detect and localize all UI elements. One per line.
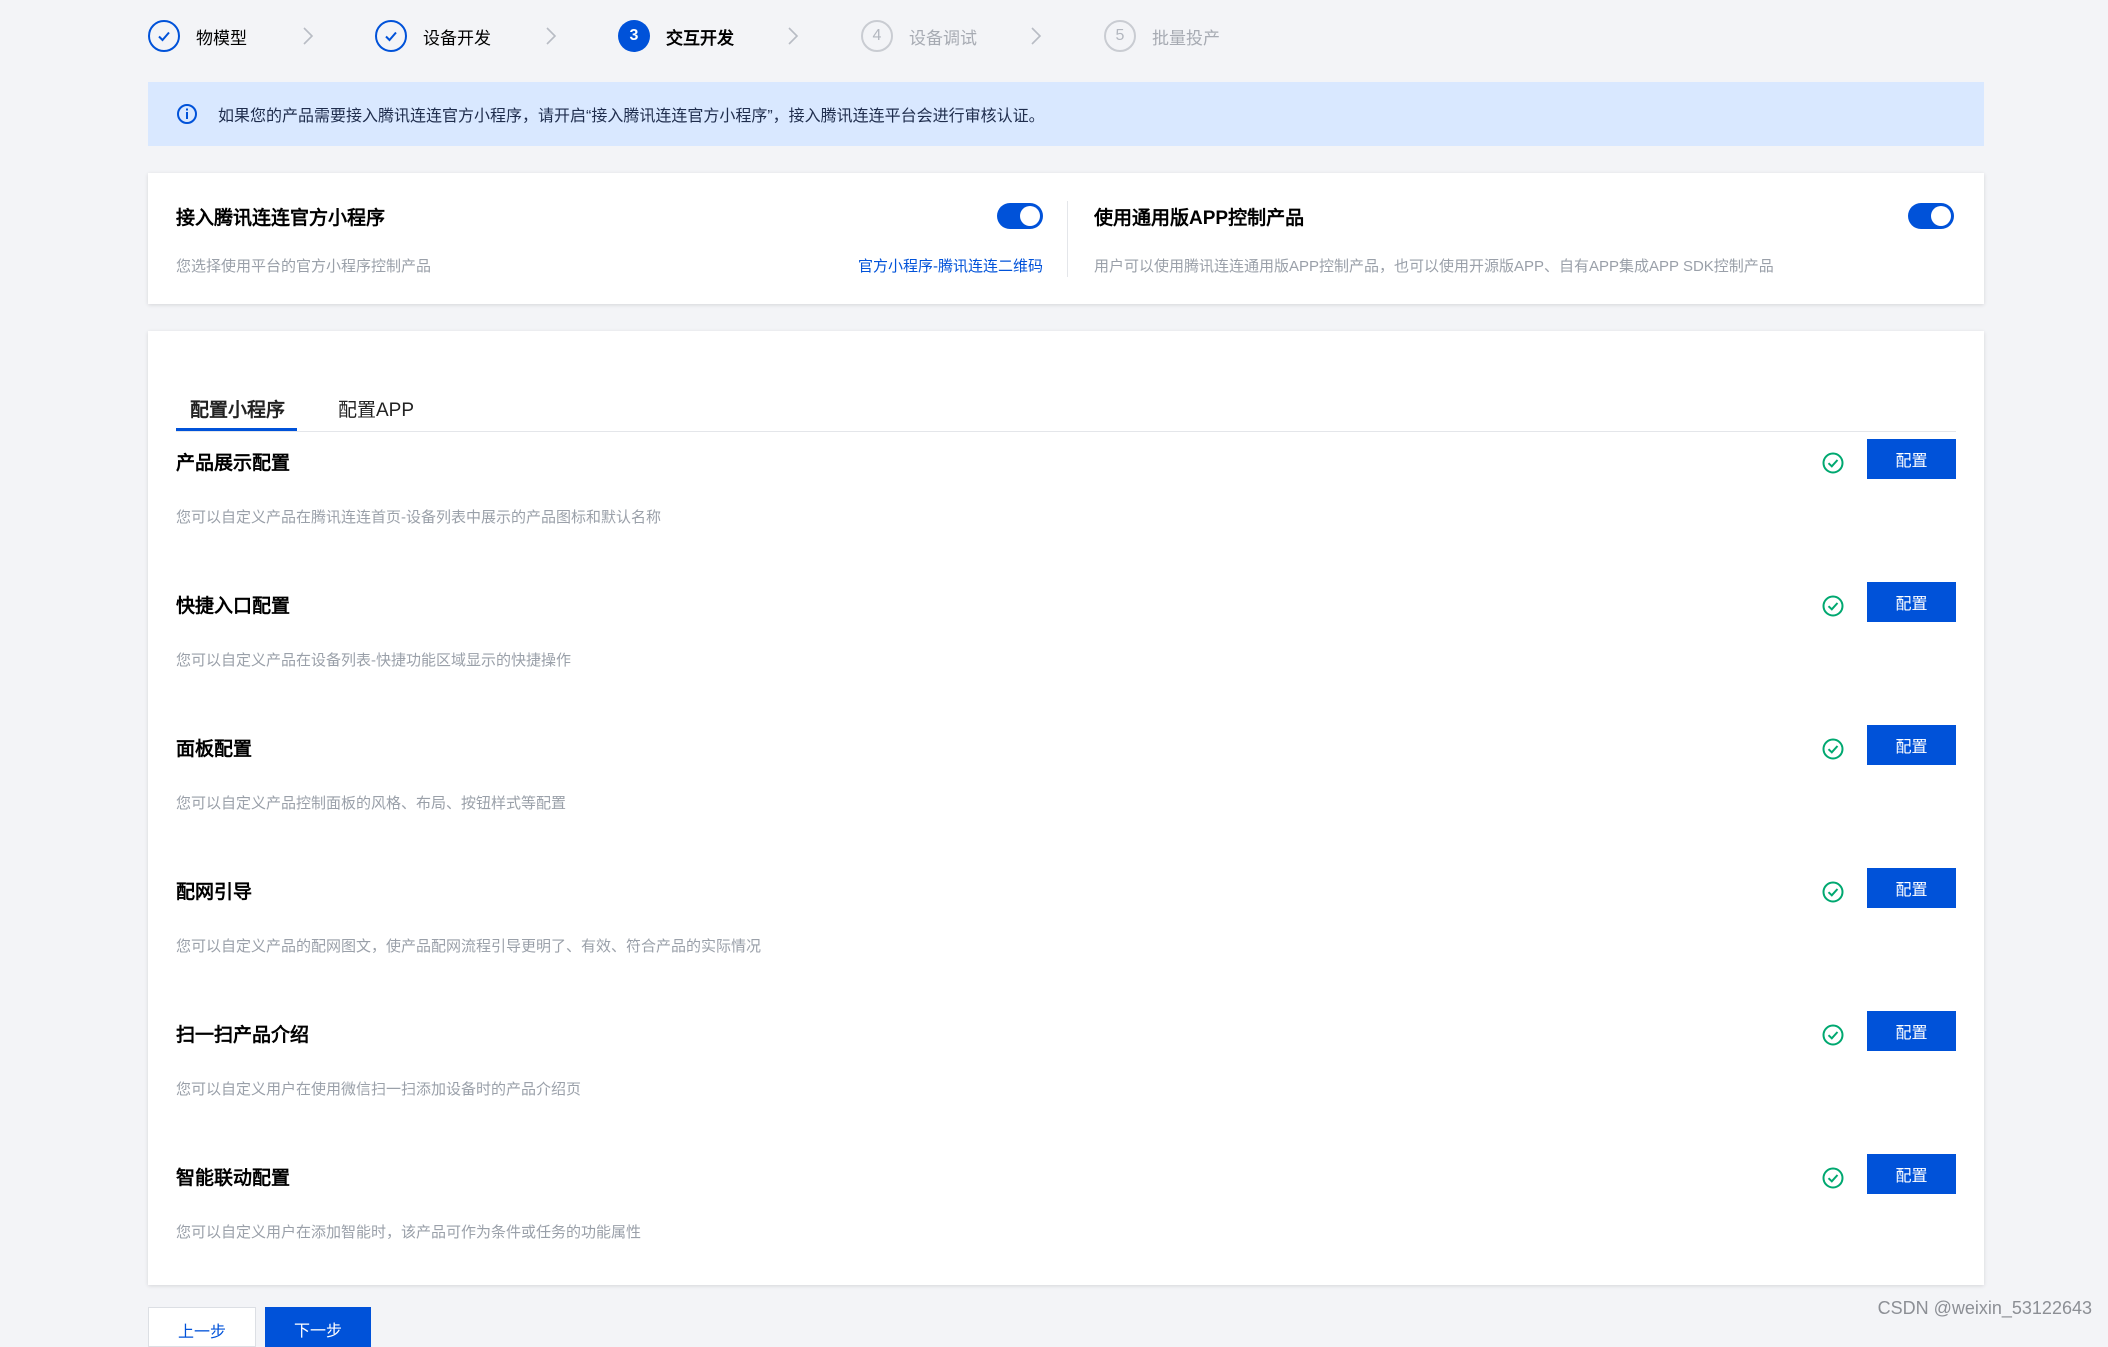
check-icon [158,31,170,42]
step-2-circle [375,20,407,52]
check-circle-icon [1822,595,1844,617]
switch-knob [1931,206,1951,226]
config-item-desc: 您可以自定义用户在添加智能时，该产品可作为条件或任务的功能属性 [176,1224,642,1241]
config-button[interactable]: 配置 [1867,439,1956,479]
check-circle-icon [1822,452,1844,474]
check-circle-icon [1822,1024,1844,1046]
app-toggle-desc: 用户可以使用腾讯连连通用版APP控制产品，也可以使用开源版APP、自有APP集成… [1094,258,1774,275]
step-3-label: 交互开发 [666,28,734,48]
step-5-label: 批量投产 [1152,28,1220,48]
config-item-scan-intro: 扫一扫产品介绍 您可以自定义用户在使用微信扫一扫添加设备时的产品介绍页 配置 [176,1011,1956,1130]
check-circle-icon [1822,738,1844,760]
chevron-right-icon [1031,27,1042,45]
config-tabs: 配置小程序 配置APP [176,361,1956,432]
mini-program-qrcode-link[interactable]: 官方小程序-腾讯连连二维码 [858,255,1043,276]
config-item-product-display: 产品展示配置 您可以自定义产品在腾讯连连首页-设备列表中展示的产品图标和默认名称… [176,439,1956,558]
next-step-button[interactable]: 下一步 [265,1307,371,1347]
app-switch[interactable] [1908,203,1954,229]
config-item-title: 智能联动配置 [176,1168,291,1189]
step-4-circle: 4 [861,20,893,52]
step-2-label: 设备开发 [423,28,491,48]
notice-text: 如果您的产品需要接入腾讯连连官方小程序，请开启“接入腾讯连连官方小程序”，接入腾… [218,108,1045,125]
config-item-title: 配网引导 [176,882,253,903]
config-item-desc: 您可以自定义产品在设备列表-快捷功能区域显示的快捷操作 [176,652,571,669]
notice-banner: 如果您的产品需要接入腾讯连连官方小程序，请开启“接入腾讯连连官方小程序”，接入腾… [148,82,1984,146]
config-item-desc: 您可以自定义产品控制面板的风格、布局、按钮样式等配置 [176,795,567,812]
chevron-right-icon [788,27,799,45]
prev-step-button[interactable]: 上一步 [148,1307,256,1347]
vertical-divider [1067,201,1068,277]
config-item-shortcut-entry: 快捷入口配置 您可以自定义产品在设备列表-快捷功能区域显示的快捷操作 配置 [176,582,1956,701]
step-4[interactable]: 4 设备调试 [861,16,977,56]
step-1-circle [148,20,180,52]
step-1[interactable]: 物模型 [148,16,247,56]
config-item-panel: 面板配置 您可以自定义产品控制面板的风格、布局、按钮样式等配置 配置 [176,725,1956,844]
config-button[interactable]: 配置 [1867,868,1956,908]
steps-bar: 物模型 设备开发 3 交互开发 4 设备调试 5 批量投产 [148,16,1348,56]
check-circle-icon [1822,1167,1844,1189]
config-item-desc: 您可以自定义产品在腾讯连连首页-设备列表中展示的产品图标和默认名称 [176,509,661,526]
config-button[interactable]: 配置 [1867,725,1956,765]
tab-config-mini-program[interactable]: 配置小程序 [190,395,285,422]
step-5[interactable]: 5 批量投产 [1104,16,1220,56]
mini-program-switch[interactable] [997,203,1043,229]
chevron-right-icon [303,27,314,45]
tab-config-app[interactable]: 配置APP [338,395,414,422]
config-button[interactable]: 配置 [1867,582,1956,622]
config-item-desc: 您可以自定义用户在使用微信扫一扫添加设备时的产品介绍页 [176,1081,582,1098]
integration-toggles-card: 接入腾讯连连官方小程序 您选择使用平台的官方小程序控制产品 官方小程序-腾讯连连… [148,173,1984,304]
config-item-title: 产品展示配置 [176,453,291,474]
check-circle-icon [1822,881,1844,903]
app-toggle-section: 使用通用版APP控制产品 用户可以使用腾讯连连通用版APP控制产品，也可以使用开… [1094,173,1956,304]
step-5-circle: 5 [1104,20,1136,52]
watermark: CSDN @weixin_53122643 [1877,1298,2092,1318]
config-button[interactable]: 配置 [1867,1011,1956,1051]
config-item-desc: 您可以自定义产品的配网图文，使产品配网流程引导更明了、有效、符合产品的实际情况 [176,938,762,955]
step-1-label: 物模型 [196,28,247,48]
config-card: 配置小程序 配置APP 产品展示配置 您可以自定义产品在腾讯连连首页-设备列表中… [148,331,1984,1285]
step-3[interactable]: 3 交互开发 [618,16,734,56]
mini-program-toggle-title: 接入腾讯连连官方小程序 [176,208,386,229]
switch-knob [1020,206,1040,226]
config-item-title: 快捷入口配置 [176,596,291,617]
step-2[interactable]: 设备开发 [375,16,491,56]
config-item-smart-linkage: 智能联动配置 您可以自定义用户在添加智能时，该产品可作为条件或任务的功能属性 配… [176,1154,1956,1273]
config-button[interactable]: 配置 [1867,1154,1956,1194]
check-icon [385,31,397,42]
mini-program-toggle-section: 接入腾讯连连官方小程序 您选择使用平台的官方小程序控制产品 官方小程序-腾讯连连… [176,173,1046,304]
config-item-title: 扫一扫产品介绍 [176,1025,310,1046]
mini-program-toggle-desc: 您选择使用平台的官方小程序控制产品 [176,258,432,275]
step-3-circle: 3 [618,20,650,52]
info-circle-icon [177,104,197,124]
step-4-label: 设备调试 [909,28,977,48]
config-item-network-guide: 配网引导 您可以自定义产品的配网图文，使产品配网流程引导更明了、有效、符合产品的… [176,868,1956,987]
app-toggle-title: 使用通用版APP控制产品 [1094,208,1305,229]
active-tab-indicator [176,428,297,431]
chevron-right-icon [546,27,557,45]
config-item-title: 面板配置 [176,739,253,760]
